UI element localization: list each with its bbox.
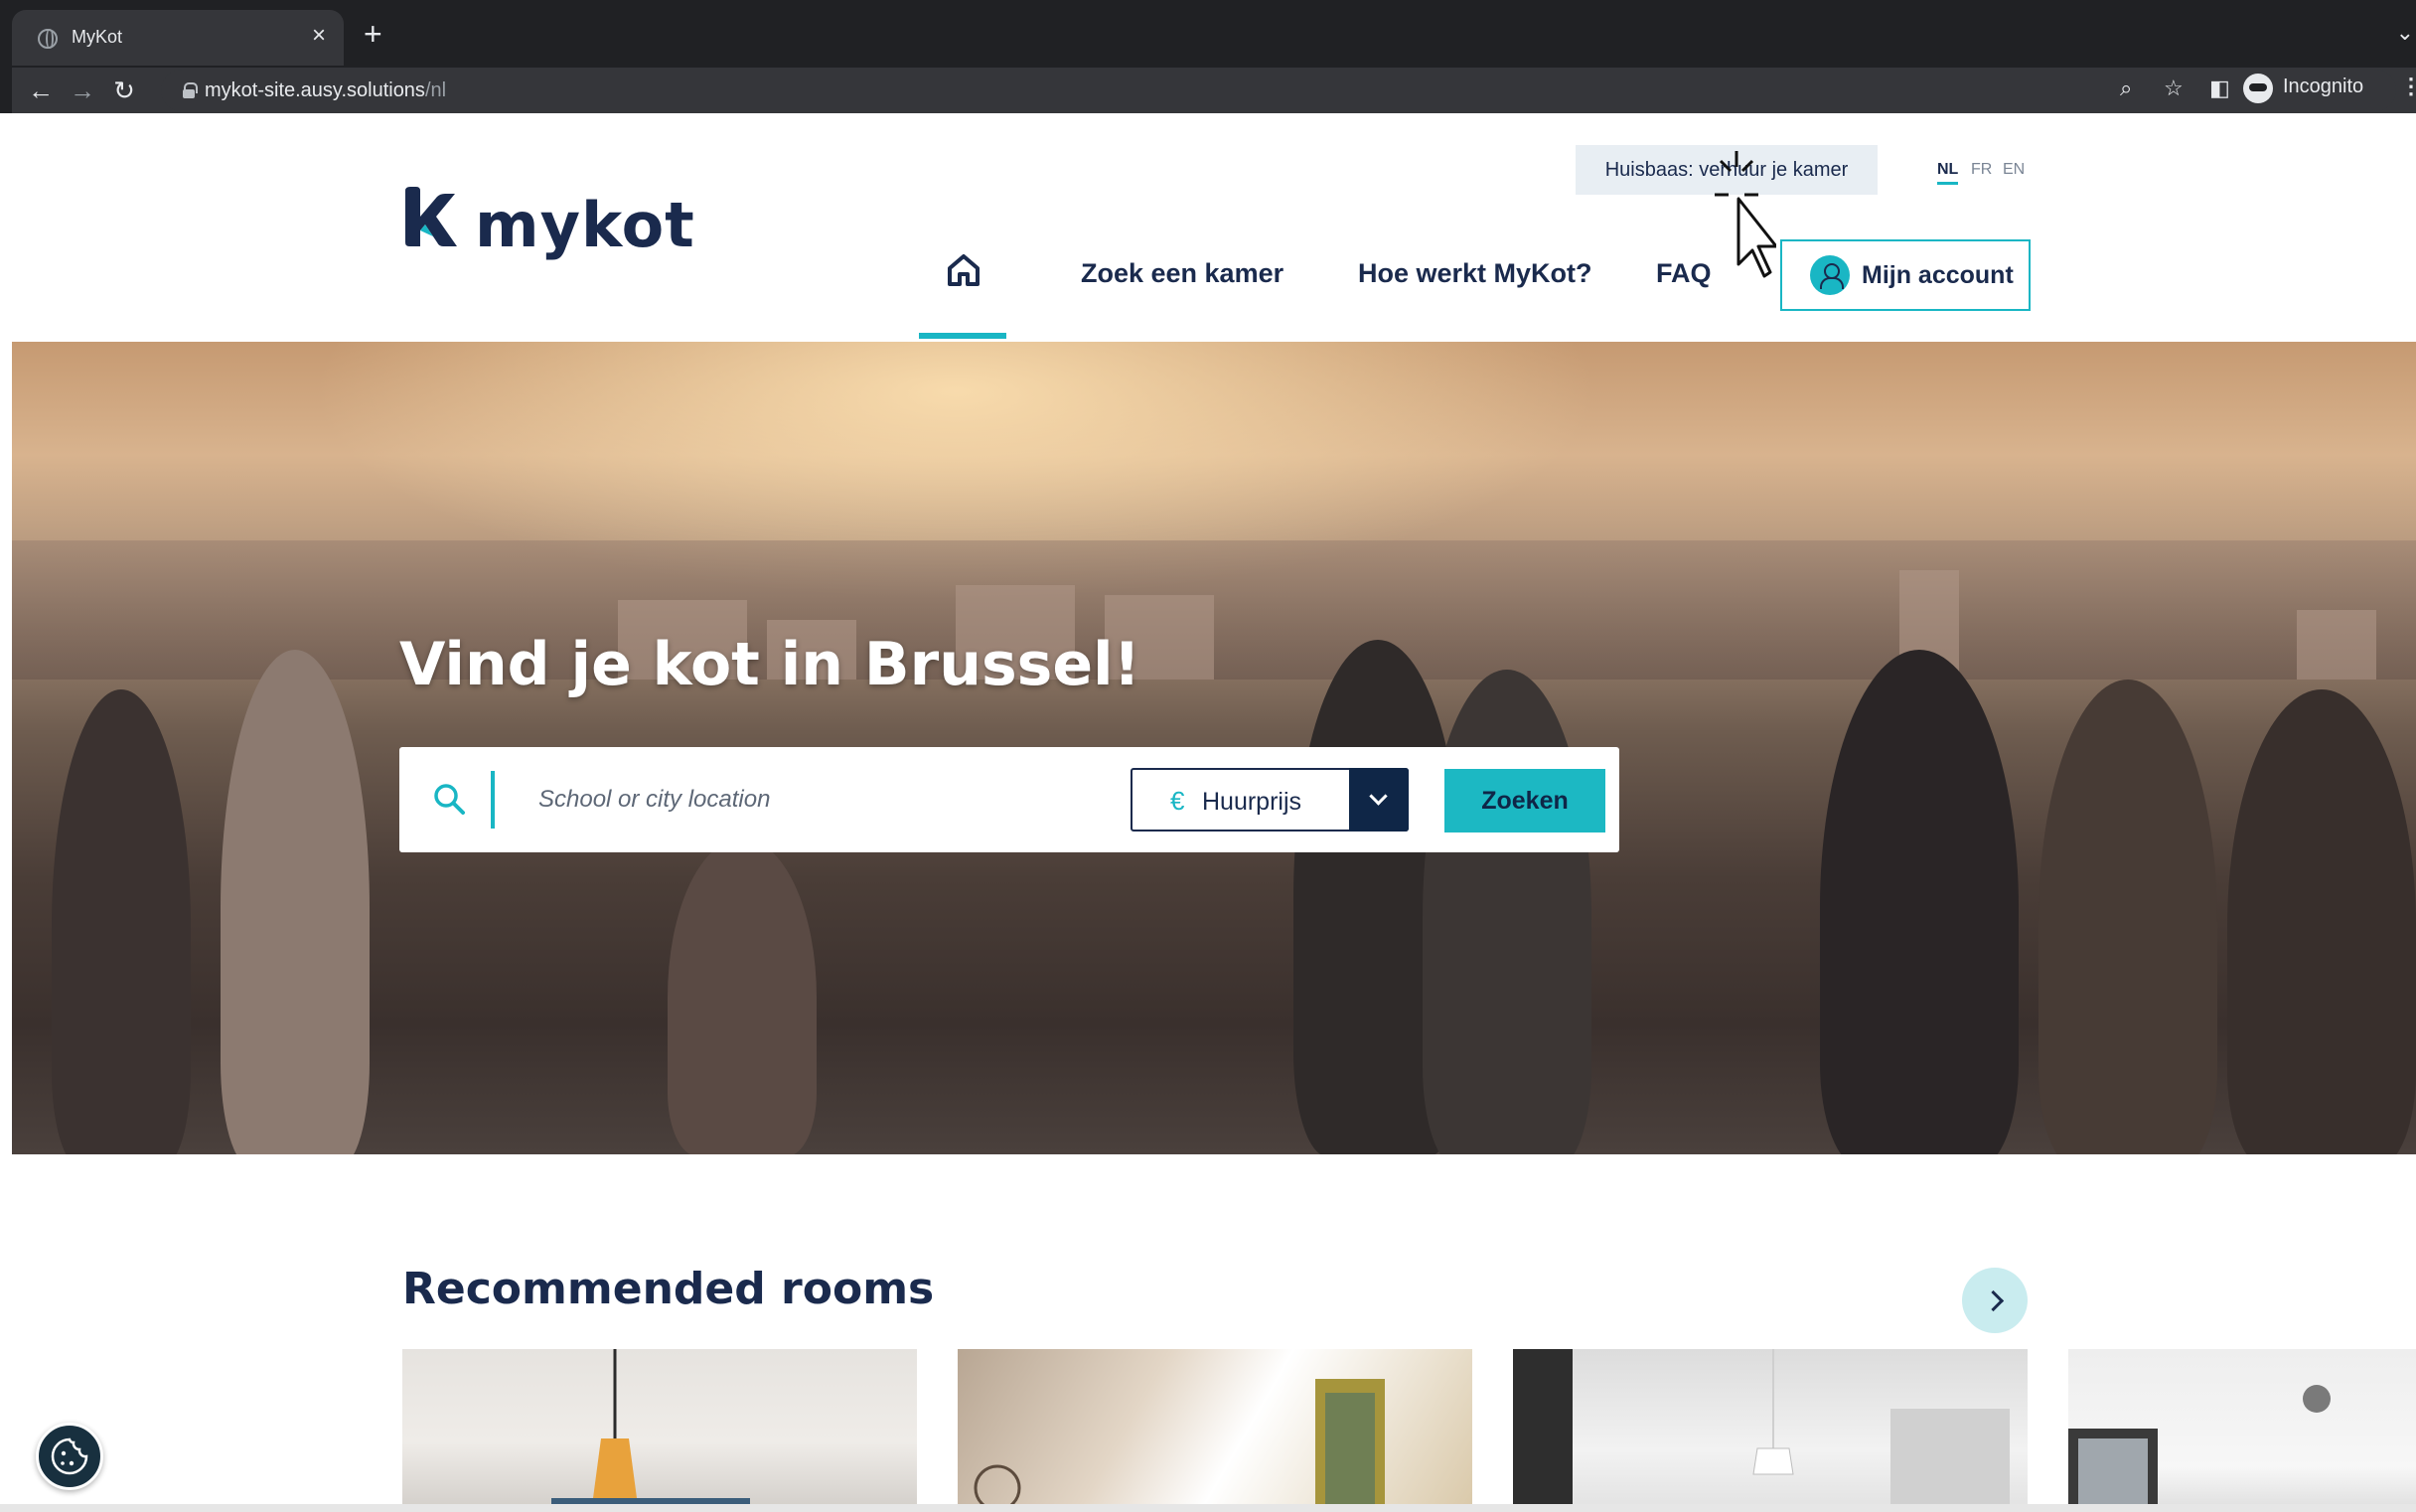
logo-k-icon [405, 187, 457, 246]
lang-fr[interactable]: FR [1971, 161, 1992, 179]
hero-crowd-photo [12, 630, 2416, 1154]
star-icon[interactable]: ☆ [2164, 76, 2184, 101]
lock-icon [183, 82, 198, 98]
browser-toolbar: ← → ↻ mykot-site.ausy.solutions/nl ⌕ ☆ ◧ [12, 68, 2416, 113]
room-card[interactable] [2068, 1349, 2416, 1504]
nav-how-it-works[interactable]: Hoe werkt MyKot? [1358, 258, 1592, 289]
window-bottom-edge [0, 1504, 2416, 1512]
lang-nl[interactable]: NL [1937, 161, 1959, 185]
hero-banner: Vind je kot in Brussel! € Huurprijs Zoek… [12, 342, 2416, 1154]
more-menu-icon[interactable]: ⋮ [2400, 74, 2416, 99]
globe-icon [38, 29, 58, 49]
room-photo [974, 1379, 1385, 1504]
incognito-icon[interactable] [2243, 74, 2273, 103]
search-divider [491, 771, 495, 829]
user-icon [1810, 255, 1850, 295]
nav-faq[interactable]: FAQ [1656, 258, 1712, 289]
chevron-down-icon[interactable]: ⌄ [2396, 20, 2414, 46]
new-tab-button[interactable]: + [364, 18, 382, 50]
euro-icon: € [1170, 786, 1185, 816]
reload-icon[interactable]: ↻ [107, 74, 141, 107]
url-text: mykot-site.ausy.solutions/nl [205, 79, 447, 101]
cookie-settings-button[interactable] [36, 1423, 103, 1490]
search-bar: € Huurprijs Zoeken [399, 747, 1619, 852]
search-button[interactable]: Zoeken [1444, 769, 1605, 832]
hero-title: Vind je kot in Brussel! [399, 630, 1140, 699]
room-card[interactable] [1513, 1349, 2028, 1504]
active-nav-indicator [919, 333, 1006, 339]
lang-en[interactable]: EN [2003, 161, 2025, 179]
rent-price-label: Huurprijs [1202, 788, 1302, 816]
side-panel-icon[interactable]: ◧ [2209, 76, 2230, 101]
room-photo [2068, 1385, 2331, 1504]
my-account-button[interactable]: Mijn account [1780, 239, 2031, 311]
search-icon [434, 784, 465, 815]
carousel-next-button[interactable] [1962, 1268, 2028, 1333]
zoom-icon[interactable]: ⌕ [2120, 76, 2132, 101]
chevron-down-icon[interactable] [1349, 768, 1409, 832]
browser-tab[interactable]: MyKot × [12, 10, 344, 66]
nav-search-room[interactable]: Zoek een kamer [1081, 258, 1284, 289]
address-bar[interactable]: mykot-site.ausy.solutions/nl [161, 70, 2396, 111]
forward-arrow-icon[interactable]: → [66, 74, 99, 107]
room-photo [551, 1349, 750, 1504]
back-arrow-icon[interactable]: ← [24, 74, 58, 107]
logo-text: mykot [475, 189, 695, 261]
room-card[interactable] [402, 1349, 917, 1504]
profile-label[interactable]: Incognito [2283, 76, 2363, 98]
location-search-input[interactable] [538, 777, 1035, 823]
cookie-icon [51, 1437, 88, 1475]
mouse-cursor-icon [1715, 151, 1776, 278]
home-icon[interactable] [946, 252, 982, 288]
page-content: mykot Huisbaas: verhuur je kamer NL FR E… [12, 113, 2416, 1504]
browser-chrome: MyKot × + ⌄ ← → ↻ mykot-site.ausy.soluti… [0, 0, 2416, 113]
close-tab-icon[interactable]: × [312, 22, 326, 50]
recommended-rooms-title: Recommended rooms [402, 1264, 935, 1314]
room-photo [1513, 1349, 2010, 1504]
room-card[interactable] [958, 1349, 1472, 1504]
rent-price-select[interactable]: € Huurprijs [1131, 768, 1409, 832]
account-label: Mijn account [1862, 261, 2014, 289]
tab-title: MyKot [72, 27, 123, 47]
